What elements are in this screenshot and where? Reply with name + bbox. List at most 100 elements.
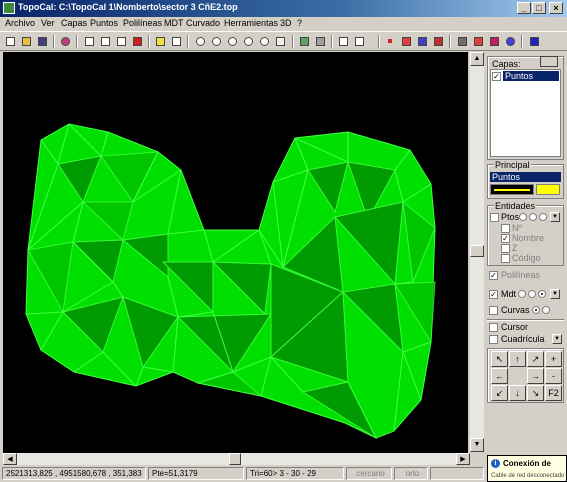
scroll-up-icon[interactable]: ▲ xyxy=(470,52,484,66)
toolbar xyxy=(0,31,567,51)
nav-left-icon[interactable]: ← xyxy=(491,368,508,384)
scroll-left-icon[interactable]: ◀ xyxy=(3,453,17,465)
line-icon[interactable] xyxy=(399,34,414,49)
polilineas-checkbox[interactable]: ✓ xyxy=(489,271,498,280)
menu-help[interactable]: ? xyxy=(297,18,302,28)
menu-curvado[interactable]: Curvado xyxy=(186,18,220,28)
up-arrow-icon[interactable] xyxy=(527,34,542,49)
contour-icon[interactable] xyxy=(313,34,328,49)
status-triangle: Tri=60> 3 - 30 - 29 xyxy=(246,467,344,480)
properties-icon[interactable] xyxy=(114,34,129,49)
point-icon[interactable] xyxy=(383,34,398,49)
minimize-button[interactable]: _ xyxy=(517,2,531,14)
capas-group: Capas: ✓ Puntos xyxy=(487,56,564,160)
horizontal-scrollbar[interactable]: ◀ ▶ xyxy=(3,453,470,465)
maximize-button[interactable]: □ xyxy=(532,2,546,14)
n-label: Nº xyxy=(512,223,522,233)
nav-down-right-icon[interactable]: ↘ xyxy=(527,385,544,401)
network-notification[interactable]: i Conexión de Cable de red desconectado xyxy=(487,455,567,482)
hscroll-thumb[interactable] xyxy=(229,453,241,465)
status-cercano[interactable]: cercano xyxy=(346,467,392,480)
export-icon[interactable] xyxy=(98,34,113,49)
mdt-dropdown-icon[interactable]: ▼ xyxy=(550,289,560,299)
menu-ver[interactable]: Ver xyxy=(41,18,55,28)
menu-polilineas[interactable]: Polilíneas xyxy=(123,18,162,28)
curvas-radio-1[interactable] xyxy=(532,306,540,314)
globe-icon[interactable] xyxy=(503,34,518,49)
nav-right-icon[interactable]: → xyxy=(527,368,544,384)
codigo-checkbox[interactable] xyxy=(501,254,510,263)
line-style-swatch[interactable] xyxy=(490,184,534,195)
nav-up-left-icon[interactable]: ↖ xyxy=(491,351,508,367)
capa-puntos-checkbox[interactable]: ✓ xyxy=(492,72,501,81)
curvas-radio-2[interactable] xyxy=(542,306,550,314)
cuadricula-checkbox[interactable] xyxy=(489,335,498,344)
codigo-label: Código xyxy=(512,253,541,263)
mdt-radio-3[interactable] xyxy=(538,290,546,298)
principal-layer-select[interactable]: Puntos xyxy=(490,172,561,182)
menu-3d[interactable]: 3D xyxy=(280,18,292,28)
layers-icon[interactable] xyxy=(336,34,351,49)
cuadricula-dropdown-icon[interactable]: ▼ xyxy=(552,334,562,344)
settings-icon[interactable] xyxy=(487,34,502,49)
nombre-checkbox[interactable]: ✓ xyxy=(501,234,510,243)
new-file-icon[interactable] xyxy=(3,34,18,49)
ptos-radio-3[interactable] xyxy=(539,213,547,221)
zoom-out-button[interactable]: - xyxy=(545,368,562,384)
mdt-radio-1[interactable] xyxy=(518,290,526,298)
status-orto[interactable]: orto xyxy=(394,467,428,480)
zoom-window-icon[interactable] xyxy=(193,34,208,49)
layer-dropdown[interactable] xyxy=(352,34,374,49)
drawing-canvas[interactable] xyxy=(3,52,468,453)
curvas-checkbox[interactable] xyxy=(489,306,498,315)
nav-down-left-icon[interactable]: ↙ xyxy=(491,385,508,401)
scroll-down-icon[interactable]: ▼ xyxy=(470,438,484,452)
menu-archivo[interactable]: Archivo xyxy=(5,18,35,28)
edit-icon[interactable] xyxy=(415,34,430,49)
block-icon[interactable] xyxy=(455,34,470,49)
save-icon[interactable] xyxy=(35,34,50,49)
pan-hand-icon[interactable] xyxy=(273,34,288,49)
menu-capas[interactable]: Capas xyxy=(61,18,87,28)
cursor-checkbox[interactable] xyxy=(489,323,498,332)
close-button[interactable]: × xyxy=(549,2,563,14)
mdt-radio-2[interactable] xyxy=(528,290,536,298)
ptos-radio-1[interactable] xyxy=(519,213,527,221)
delete-icon[interactable] xyxy=(471,34,486,49)
ptos-dropdown-icon[interactable]: ▼ xyxy=(550,212,560,222)
triangulate-icon[interactable] xyxy=(297,34,312,49)
color-swatch[interactable] xyxy=(536,184,560,195)
capas-list[interactable]: ✓ Puntos xyxy=(490,69,561,157)
scroll-thumb[interactable] xyxy=(470,245,484,257)
open-folder-icon[interactable] xyxy=(19,34,34,49)
mdt-checkbox[interactable]: ✓ xyxy=(489,290,498,299)
menu-herramientas[interactable]: Herramientas xyxy=(224,18,278,28)
pdf-icon[interactable] xyxy=(130,34,145,49)
n-checkbox[interactable] xyxy=(501,224,510,233)
ptos-radio-2[interactable] xyxy=(529,213,537,221)
scroll-right-icon[interactable]: ▶ xyxy=(456,453,470,465)
menu-puntos[interactable]: Puntos xyxy=(90,18,118,28)
principal-title: Principal xyxy=(494,160,531,170)
zoom-previous-icon[interactable] xyxy=(257,34,272,49)
z-checkbox[interactable] xyxy=(501,244,510,253)
status-empty xyxy=(430,467,484,480)
select-icon[interactable] xyxy=(153,34,168,49)
f2-button[interactable]: F2 xyxy=(545,385,562,401)
zoom-out-icon[interactable] xyxy=(225,34,240,49)
layers-menu-icon[interactable] xyxy=(540,56,558,67)
nav-down-icon[interactable]: ↓ xyxy=(509,385,526,401)
zoom-in-icon[interactable] xyxy=(209,34,224,49)
print-icon[interactable] xyxy=(58,34,73,49)
zoom-in-button[interactable]: + xyxy=(545,351,562,367)
capa-puntos-item[interactable]: Puntos xyxy=(503,71,559,81)
menu-mdt[interactable]: MDT xyxy=(164,18,184,28)
measure-icon[interactable] xyxy=(169,34,184,49)
nav-up-icon[interactable]: ↑ xyxy=(509,351,526,367)
zoom-all-icon[interactable] xyxy=(241,34,256,49)
import-icon[interactable] xyxy=(82,34,97,49)
nav-up-right-icon[interactable]: ↗ xyxy=(527,351,544,367)
vertical-scrollbar[interactable]: ▲ ▼ xyxy=(470,52,484,452)
arrow-icon[interactable] xyxy=(431,34,446,49)
ptos-checkbox[interactable] xyxy=(490,213,499,222)
